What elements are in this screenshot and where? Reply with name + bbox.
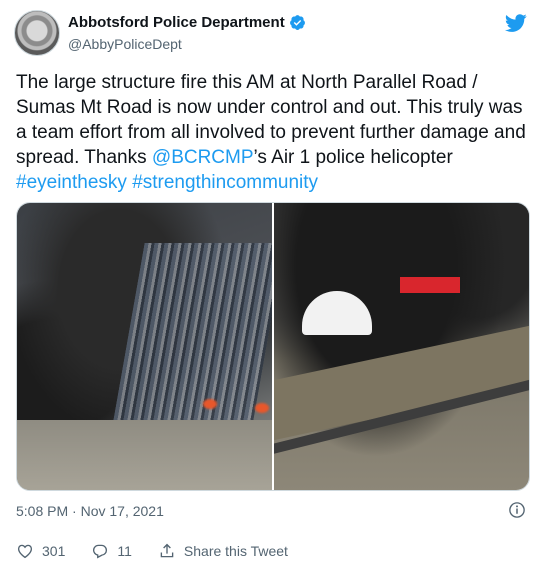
white-tent-structure xyxy=(302,291,372,335)
tweet-timestamp[interactable]: 5:08 PM · Nov 17, 2021 xyxy=(16,503,164,519)
flood-water xyxy=(274,325,529,441)
author-handle[interactable]: @AbbyPoliceDept xyxy=(68,36,182,52)
twitter-bird-icon[interactable] xyxy=(504,12,528,34)
verified-badge-icon xyxy=(289,15,305,30)
hashtag-link-eyeinthesky[interactable]: #eyeinthesky xyxy=(16,172,127,193)
ground-area xyxy=(17,420,272,490)
police-crest-avatar[interactable] xyxy=(14,10,60,56)
reply-button[interactable]: 11 xyxy=(91,542,132,560)
info-icon[interactable] xyxy=(508,501,526,519)
fire-spot xyxy=(255,403,269,413)
tweet-text: The large structure fire this AM at Nort… xyxy=(16,70,526,195)
parking-lot-vehicles xyxy=(109,243,272,443)
like-count: 301 xyxy=(42,543,66,559)
aerial-photo-smoke-over-warehouse[interactable] xyxy=(274,203,529,490)
reply-count: 11 xyxy=(117,543,132,559)
share-icon xyxy=(160,543,174,558)
like-button[interactable]: 301 xyxy=(16,542,65,560)
heart-icon xyxy=(17,544,33,559)
red-roof-building xyxy=(400,277,460,293)
author-name-row: Abbotsford Police Department xyxy=(68,14,306,31)
share-button[interactable]: Share this Tweet xyxy=(158,542,288,560)
tweet-card: Abbotsford Police Department @AbbyPolice… xyxy=(0,0,544,571)
aerial-photo-smoke-over-lot[interactable] xyxy=(17,203,272,490)
reply-icon xyxy=(93,544,108,559)
hashtag-link-strengthincommunity[interactable]: #strengthincommunity xyxy=(132,172,318,193)
tweet-text-body-cont: ’s Air 1 police helicopter xyxy=(253,147,453,168)
tweet-actions-bar: 301 11 Share this Tweet xyxy=(16,542,314,560)
tweet-media xyxy=(16,202,530,491)
share-label: Share this Tweet xyxy=(183,543,288,559)
fire-spot xyxy=(203,399,217,409)
mention-link[interactable]: @BCRCMP xyxy=(152,147,254,168)
author-display-name[interactable]: Abbotsford Police Department xyxy=(68,14,285,31)
